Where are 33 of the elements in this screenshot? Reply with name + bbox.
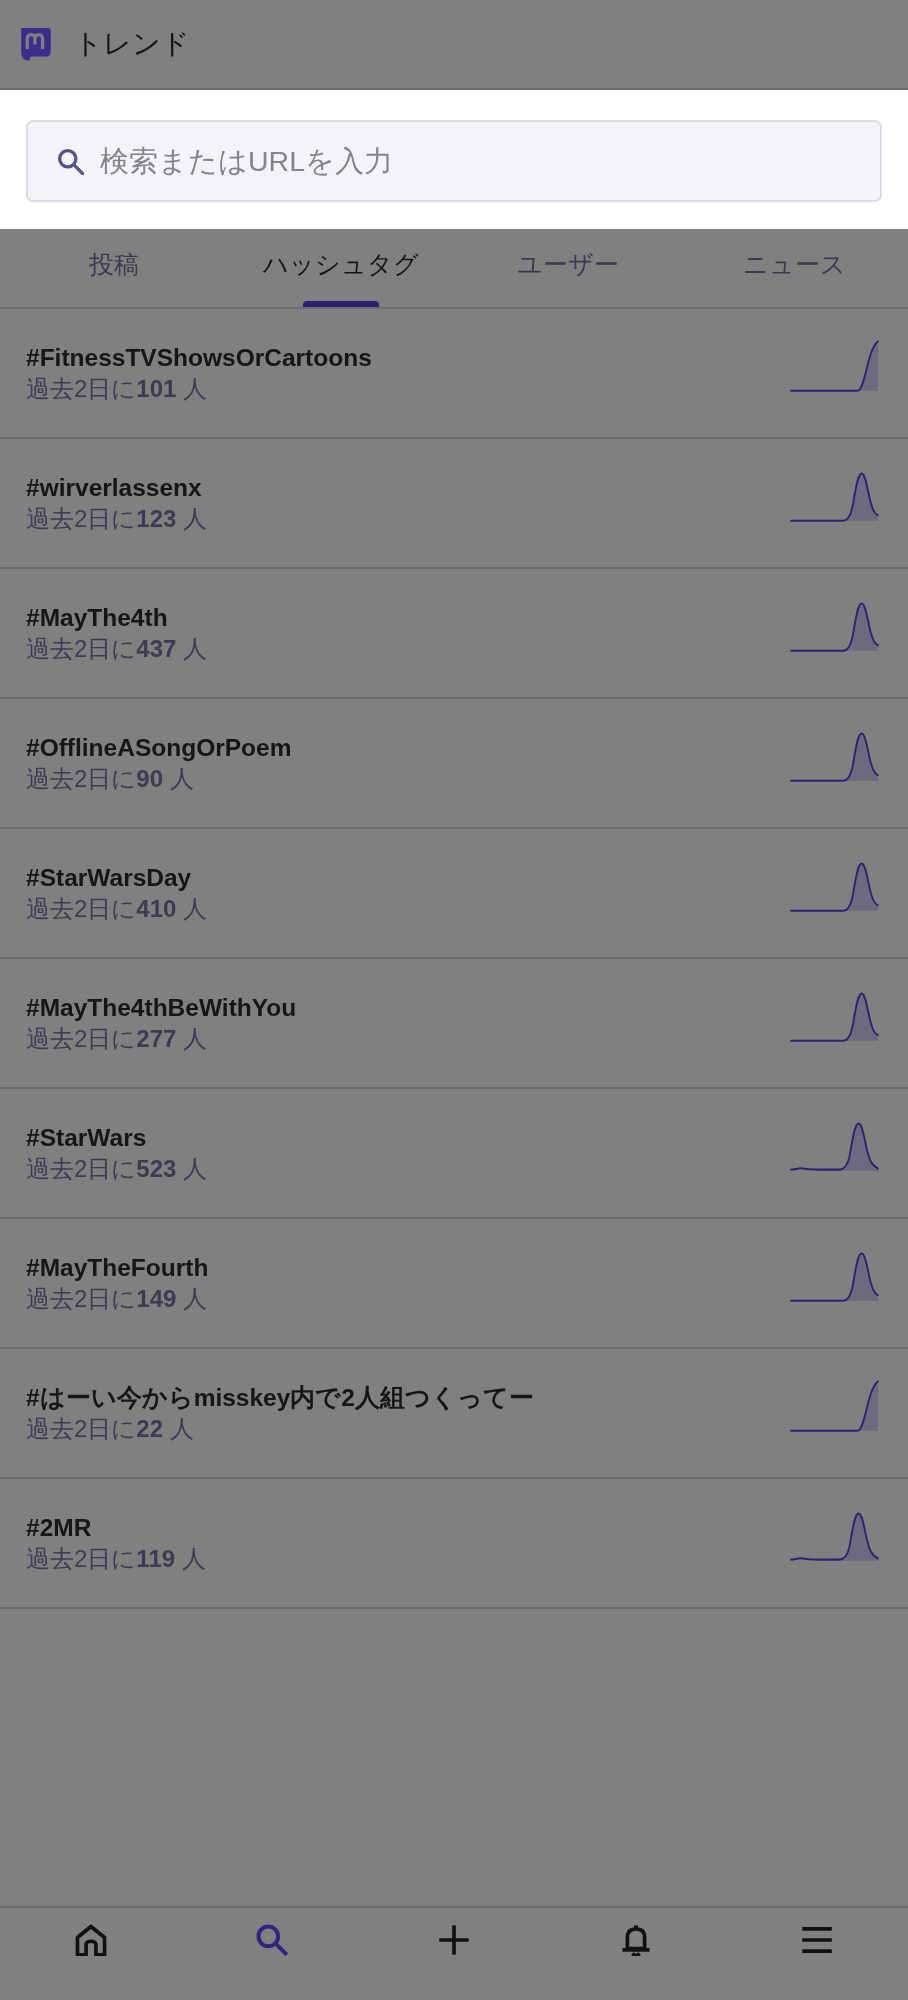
usage-count: 過去2日に437 人 — [26, 634, 208, 664]
usage-count: 過去2日に101 人 — [26, 374, 208, 404]
search-icon[interactable] — [256, 1924, 289, 1956]
hashtag-link[interactable]: #FitnessTVShowsOrCartoons — [26, 343, 372, 373]
usage-count: 過去2日に523 人 — [26, 1154, 208, 1184]
bell-icon[interactable] — [619, 1924, 652, 1956]
logo-icon — [20, 27, 52, 61]
tab[interactable]: ニュース — [681, 229, 908, 307]
usage-count: 過去2日に149 人 — [26, 1284, 208, 1314]
usage-count: 過去2日に123 人 — [26, 504, 208, 534]
usage-count: 過去2日に90 人 — [26, 764, 194, 794]
hashtag-link[interactable]: #はーい今からmisskey内で2人組つくってー — [26, 1383, 534, 1413]
tab[interactable]: ユーザー — [454, 229, 681, 307]
home-icon[interactable] — [74, 1924, 107, 1956]
hashtag-link[interactable]: #StarWars — [26, 1123, 147, 1153]
hashtag-link[interactable]: #MayThe4th — [26, 603, 168, 633]
tab[interactable]: ハッシュタグ — [227, 229, 454, 307]
hashtag-link[interactable]: #2MR — [26, 1513, 92, 1543]
hashtag-link[interactable]: #StarWarsDay — [26, 863, 192, 893]
usage-count: 過去2日に22 人 — [26, 1414, 194, 1444]
page-title: トレンド — [74, 27, 190, 61]
hashtag-link[interactable]: #MayTheFourth — [26, 1253, 209, 1283]
usage-count: 過去2日に119 人 — [26, 1544, 206, 1574]
usage-count: 過去2日に277 人 — [26, 1024, 208, 1054]
plus-icon[interactable] — [438, 1924, 470, 1956]
search-field[interactable]: 検索またはURLを入力 — [26, 120, 882, 202]
menu-icon[interactable] — [801, 1924, 834, 1956]
tab[interactable]: 投稿 — [0, 229, 227, 307]
usage-count: 過去2日に410 人 — [26, 894, 208, 924]
hashtag-link[interactable]: #MayThe4thBeWithYou — [26, 993, 297, 1023]
hashtag-link[interactable]: #OfflineASongOrPoem — [26, 733, 292, 763]
search-icon — [58, 149, 84, 175]
hashtag-link[interactable]: #wirverlassenx — [26, 473, 202, 503]
